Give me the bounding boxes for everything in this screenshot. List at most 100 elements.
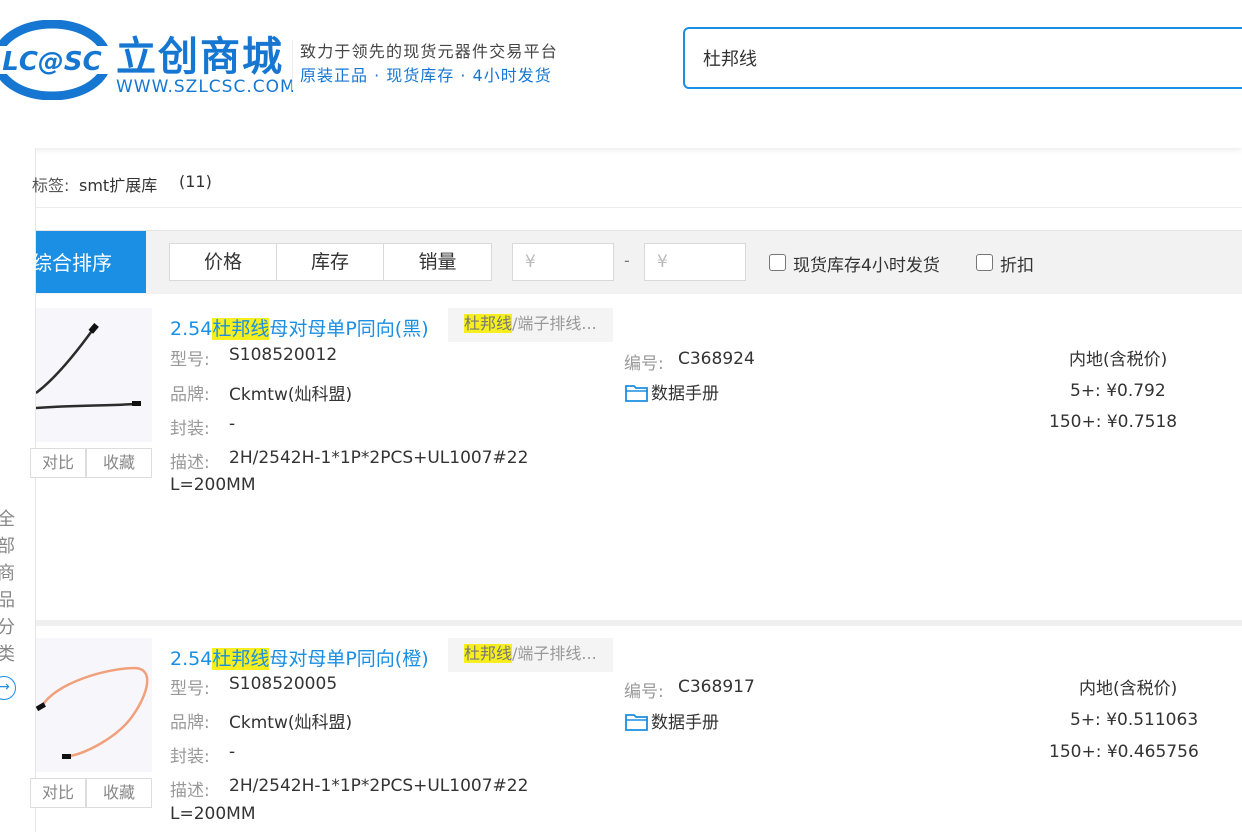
arrow-right-circle-icon[interactable]: → xyxy=(0,676,16,700)
sort-price-button[interactable]: 价格 xyxy=(170,244,277,280)
price-qty: 150+: xyxy=(1049,412,1102,432)
slogan-line1: 致力于领先的现货元器件交易平台 xyxy=(300,42,559,61)
favorite-button[interactable]: 收藏 xyxy=(86,448,152,478)
model-value: S108520005 xyxy=(229,674,338,694)
brand-value[interactable]: Ckmtw(灿科盟) xyxy=(229,708,352,733)
desc-value: 2H/2542H-1*1P*2PCS+UL1007#22 xyxy=(229,776,529,796)
price-range-dash: - xyxy=(624,251,630,270)
folder-icon xyxy=(625,714,648,731)
product-row: 对比 收藏 2.54杜邦线母对母单P同向(橙) 杜邦线/端子排线... 型号: … xyxy=(30,626,1242,832)
category-highlight: 杜邦线 xyxy=(464,644,513,663)
model-label: 型号: xyxy=(170,350,210,370)
sort-stock-button[interactable]: 库存 xyxy=(277,244,384,280)
price-max-input[interactable]: ¥ xyxy=(644,243,746,281)
category-tag[interactable]: 杜邦线/端子排线... xyxy=(448,308,613,342)
search-input[interactable] xyxy=(703,47,1203,68)
desc-value-line2: L=200MM xyxy=(170,804,256,824)
product-image[interactable] xyxy=(35,638,152,772)
title-highlight: 杜邦线 xyxy=(212,648,270,670)
price-value: ¥0.465756 xyxy=(1106,742,1199,762)
slogan-line2: 原装正品 · 现货库存 · 4小时发货 xyxy=(300,66,552,85)
search-box[interactable] xyxy=(683,27,1242,89)
favorite-button[interactable]: 收藏 xyxy=(86,778,152,808)
package-label: 封装: xyxy=(170,747,210,767)
code-value: C368917 xyxy=(678,677,755,697)
title-prefix: 2.54 xyxy=(170,318,213,340)
price-tier: 150+: ¥0.465756 xyxy=(1049,742,1199,762)
title-prefix: 2.54 xyxy=(170,648,213,670)
datasheet-link[interactable]: 数据手册 xyxy=(625,379,719,404)
discount-checkbox[interactable] xyxy=(976,254,993,271)
site-header: LC@SC 立创商城 WWW.SZLCSC.COM 致力于领先的现货元器件交易平… xyxy=(0,0,1242,148)
price-header: 内地(含税价) xyxy=(1079,679,1178,699)
price-qty: 150+: xyxy=(1049,742,1102,762)
stock-4h-checkbox[interactable] xyxy=(769,254,786,271)
stock-4h-label[interactable]: 现货库存4小时发货 xyxy=(793,251,940,276)
price-tier: 150+: ¥0.7518 xyxy=(1049,412,1177,432)
tag-filter-row: 标签: smt扩展库 (11) xyxy=(32,158,1242,208)
product-row: 对比 收藏 2.54杜邦线母对母单P同向(黑) 杜邦线/端子排线... 型号: … xyxy=(30,296,1242,624)
brand-url[interactable]: WWW.SZLCSC.COM xyxy=(116,77,296,97)
category-rest: /端子排线... xyxy=(512,314,597,333)
desc-label: 描述: xyxy=(170,781,210,801)
code-label: 编号: xyxy=(624,354,664,374)
desc-value: 2H/2542H-1*1P*2PCS+UL1007#22 xyxy=(229,448,529,468)
tag-prefix: 标签: xyxy=(32,176,70,195)
tag-smt-extension[interactable]: smt扩展库 xyxy=(79,172,157,196)
sort-bar: 综合排序 价格 库存 销量 ¥ - ¥ 现货库存4小时发货 折扣 xyxy=(32,230,1242,294)
folder-icon xyxy=(625,385,648,402)
title-suffix: 母对母单P同向(橙) xyxy=(269,648,429,670)
code-value: C368924 xyxy=(678,349,755,369)
tag-count: (11) xyxy=(179,172,212,191)
brand-name[interactable]: 立创商城 xyxy=(116,24,284,82)
price-value: ¥0.792 xyxy=(1106,381,1166,401)
brand-label: 品牌: xyxy=(170,713,210,733)
discount-label[interactable]: 折扣 xyxy=(1000,251,1034,276)
datasheet-link[interactable]: 数据手册 xyxy=(625,708,719,733)
package-value: - xyxy=(229,414,236,434)
category-sidebar[interactable]: 全 部 商 品 分 类 → xyxy=(0,148,36,832)
package-label: 封装: xyxy=(170,419,210,439)
compare-button[interactable]: 对比 xyxy=(30,778,86,808)
model-label: 型号: xyxy=(170,679,210,699)
logo-text: LC@SC xyxy=(2,47,101,77)
datasheet-label: 数据手册 xyxy=(651,713,719,733)
compare-button[interactable]: 对比 xyxy=(30,448,86,478)
brand-label: 品牌: xyxy=(170,385,210,405)
price-qty: 5+: xyxy=(1070,710,1101,730)
lcsc-logo-icon[interactable]: LC@SC xyxy=(0,20,112,100)
desc-label: 描述: xyxy=(170,453,210,473)
product-image[interactable] xyxy=(35,308,152,442)
category-rest: /端子排线... xyxy=(512,644,597,663)
sort-sales-button[interactable]: 销量 xyxy=(384,244,491,280)
wire-image-icon xyxy=(35,666,149,759)
product-title-link[interactable]: 2.54杜邦线母对母单P同向(黑) xyxy=(170,314,429,341)
sidebar-char: 品 xyxy=(0,590,15,611)
wire-image-icon xyxy=(35,323,141,410)
brand-value[interactable]: Ckmtw(灿科盟) xyxy=(229,380,352,405)
sidebar-char: 类 xyxy=(0,644,15,665)
price-min-input[interactable]: ¥ xyxy=(512,243,614,281)
all-categories-label[interactable]: 全 部 商 品 分 类 xyxy=(0,506,18,668)
price-tier: 5+: ¥0.792 xyxy=(1070,381,1166,401)
header-divider xyxy=(292,40,293,90)
code-label: 编号: xyxy=(624,682,664,702)
package-value: - xyxy=(229,742,236,762)
title-highlight: 杜邦线 xyxy=(212,318,270,340)
sort-options: 价格 库存 销量 xyxy=(169,243,492,281)
desc-value-line2: L=200MM xyxy=(170,475,256,495)
price-value: ¥0.7518 xyxy=(1106,412,1178,432)
sidebar-char: 全 xyxy=(0,509,15,530)
category-tag[interactable]: 杜邦线/端子排线... xyxy=(448,638,613,672)
price-value: ¥0.511063 xyxy=(1106,710,1199,730)
category-highlight: 杜邦线 xyxy=(464,314,513,333)
model-value: S108520012 xyxy=(229,345,338,365)
title-suffix: 母对母单P同向(黑) xyxy=(269,318,429,340)
sort-comprehensive-button[interactable]: 综合排序 xyxy=(32,231,146,293)
datasheet-label: 数据手册 xyxy=(651,384,719,404)
sidebar-char: 分 xyxy=(0,617,15,638)
product-title-link[interactable]: 2.54杜邦线母对母单P同向(橙) xyxy=(170,644,429,671)
sidebar-char: 部 xyxy=(0,536,15,557)
sidebar-char: 商 xyxy=(0,563,15,584)
price-header: 内地(含税价) xyxy=(1069,350,1168,370)
